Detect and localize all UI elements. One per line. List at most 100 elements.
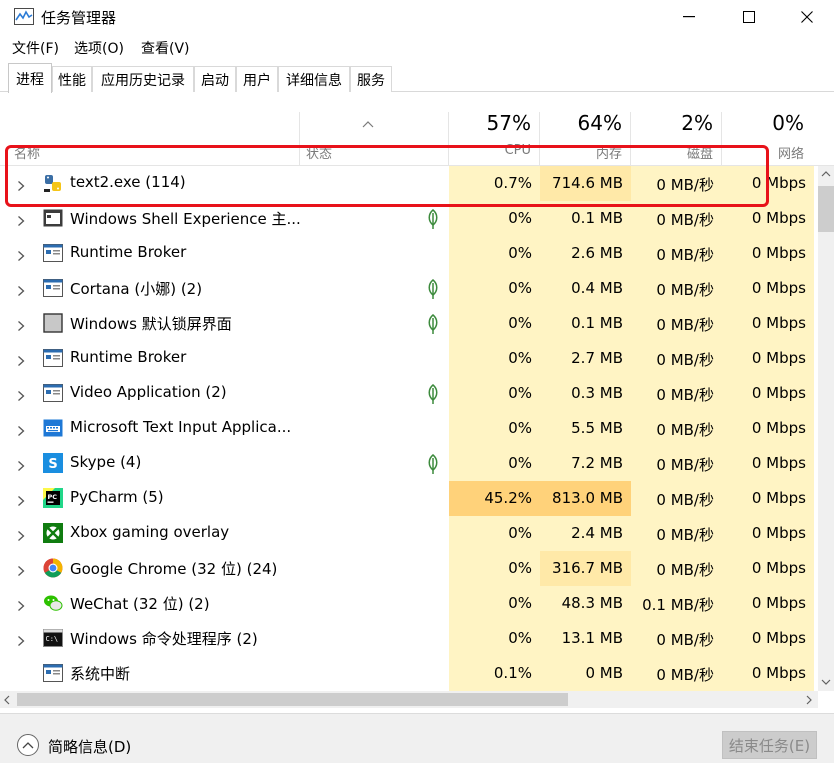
process-name: Cortana (小娜) (2) (70, 280, 203, 298)
menu-file[interactable]: 文件(F) (12, 38, 59, 58)
process-row[interactable]: PC PyCharm (5) 45.2% 813.0 MB 0 MB/秒 0 Mbps (0, 481, 818, 516)
tab-processes[interactable]: 进程 (8, 63, 52, 93)
process-row[interactable]: Xbox gaming overlay 0% 2.4 MB 0 MB/秒 0 Mbps (0, 516, 818, 551)
process-row[interactable]: S Skype (4) 0% 7.2 MB 0 MB/秒 0 Mbps (0, 446, 818, 481)
expand-chevron-icon[interactable] (17, 422, 25, 441)
network-percent: 0% (772, 111, 804, 135)
memory-cell: 5.5 MB (540, 411, 631, 446)
vertical-scroll-thumb[interactable] (818, 186, 834, 232)
app-window-icon (43, 383, 63, 403)
suspended-leaf-icon (426, 453, 440, 479)
disk-cell: 0 MB/秒 (631, 551, 722, 586)
network-cell: 0 Mbps (722, 446, 814, 481)
column-network[interactable]: 网络 (733, 143, 804, 162)
column-memory[interactable]: 内存 (551, 143, 622, 162)
cpu-cell: 0% (449, 306, 540, 341)
tab-performance[interactable]: 性能 (52, 66, 92, 92)
skype-icon: S (43, 453, 63, 473)
fewer-details-link[interactable]: 简略信息(D) (48, 736, 131, 757)
svg-text:C:\: C:\ (46, 635, 59, 643)
minimize-button[interactable] (658, 0, 720, 34)
process-name: text2.exe (114) (70, 173, 186, 191)
network-cell: 0 Mbps (722, 411, 814, 446)
expand-chevron-icon[interactable] (17, 632, 25, 651)
memory-cell: 714.6 MB (540, 166, 631, 201)
expand-chevron-icon[interactable] (17, 527, 25, 546)
tab-users[interactable]: 用户 (236, 66, 278, 92)
process-row[interactable]: Windows 默认锁屏界面 0% 0.1 MB 0 MB/秒 0 Mbps (0, 306, 818, 341)
cpu-cell: 0% (449, 411, 540, 446)
memory-cell: 0.1 MB (540, 201, 631, 236)
close-button[interactable] (776, 0, 834, 34)
expand-chevron-icon[interactable] (17, 352, 25, 371)
tab-details[interactable]: 详细信息 (278, 66, 350, 92)
process-row[interactable]: Google Chrome (32 位) (24) 0% 316.7 MB 0 MB/… (0, 551, 818, 586)
suspended-leaf-icon (426, 208, 440, 234)
cpu-cell: 0% (449, 236, 540, 271)
process-row[interactable]: 系统中断 0.1% 0 MB 0 MB/秒 0 Mbps (0, 656, 818, 691)
cpu-cell: 0% (449, 376, 540, 411)
cpu-cell: 0% (449, 341, 540, 376)
expand-chevron-icon[interactable] (17, 457, 25, 476)
process-row[interactable]: Windows Shell Experience 主... 0% 0.1 MB 0 M… (0, 201, 818, 236)
process-name: Windows Shell Experience 主... (70, 210, 301, 228)
process-row[interactable]: Cortana (小娜) (2) 0% 0.4 MB 0 MB/秒 0 Mbps (0, 271, 818, 306)
disk-cell: 0 MB/秒 (631, 341, 722, 376)
expand-chevron-icon[interactable] (17, 317, 25, 336)
tab-startup[interactable]: 启动 (194, 66, 236, 92)
expand-chevron-icon[interactable] (17, 562, 25, 581)
disk-cell: 0 MB/秒 (631, 306, 722, 341)
memory-cell: 13.1 MB (540, 621, 631, 656)
process-row[interactable]: Video Application (2) 0% 0.3 MB 0 MB/秒 0 Mbp… (0, 376, 818, 411)
memory-cell: 0.4 MB (540, 271, 631, 306)
process-row[interactable]: text2.exe (114) 0.7% 714.6 MB 0 MB/秒 0 Mbps (0, 166, 818, 201)
suspended-leaf-icon (426, 313, 440, 339)
memory-cell: 2.4 MB (540, 516, 631, 551)
expand-chevron-icon[interactable] (17, 247, 25, 266)
cpu-cell: 0% (449, 621, 540, 656)
horizontal-scroll-thumb[interactable] (17, 693, 568, 706)
menu-view[interactable]: 查看(V) (141, 38, 190, 58)
chrome-icon (43, 558, 63, 578)
column-cpu[interactable]: CPU (460, 143, 531, 158)
expand-chevron-icon[interactable] (17, 212, 25, 231)
column-name[interactable]: 名称 (14, 143, 40, 162)
disk-cell: 0.1 MB/秒 (631, 586, 722, 621)
collapse-up-icon[interactable] (17, 734, 39, 756)
disk-cell: 0 MB/秒 (631, 481, 722, 516)
lockscreen-icon (43, 313, 63, 333)
process-row[interactable]: WeChat (32 位) (2) 0% 48.3 MB 0.1 MB/秒 0 Mbps (0, 586, 818, 621)
expand-chevron-icon[interactable] (17, 597, 25, 616)
memory-cell: 2.7 MB (540, 341, 631, 376)
memory-cell: 316.7 MB (540, 551, 631, 586)
network-cell: 0 Mbps (722, 376, 814, 411)
expand-chevron-icon[interactable] (17, 282, 25, 301)
expand-chevron-icon[interactable] (17, 492, 25, 511)
disk-cell: 0 MB/秒 (631, 271, 722, 306)
app-window-dark-icon (43, 208, 63, 228)
network-cell: 0 Mbps (722, 341, 814, 376)
process-row[interactable]: C:\ Windows 命令处理程序 (2) 0% 13.1 MB 0 MB/秒 0 Mb… (0, 621, 818, 656)
process-row[interactable]: Runtime Broker 0% 2.7 MB 0 MB/秒 0 Mbps (0, 341, 818, 376)
app-window-icon (43, 243, 63, 263)
expand-chevron-icon[interactable] (17, 177, 25, 196)
network-cell: 0 Mbps (722, 621, 814, 656)
column-disk[interactable]: 磁盘 (642, 143, 713, 162)
app-window-icon (43, 663, 63, 683)
column-status[interactable]: 状态 (306, 143, 332, 162)
menu-options[interactable]: 选项(O) (74, 38, 124, 58)
process-row[interactable]: Microsoft Text Input Applica... 0% 5.5 MB 0… (0, 411, 818, 446)
cpu-cell: 0.1% (449, 656, 540, 691)
cpu-cell: 0% (449, 271, 540, 306)
expand-chevron-icon[interactable] (17, 387, 25, 406)
cpu-cell: 0% (449, 201, 540, 236)
process-row[interactable]: Runtime Broker 0% 2.6 MB 0 MB/秒 0 Mbps (0, 236, 818, 271)
disk-cell: 0 MB/秒 (631, 411, 722, 446)
network-cell: 0 Mbps (722, 201, 814, 236)
tab-app-history[interactable]: 应用历史记录 (92, 66, 194, 92)
tab-services[interactable]: 服务 (350, 66, 392, 92)
maximize-button[interactable] (718, 0, 780, 34)
end-task-button[interactable]: 结束任务(E) (722, 731, 817, 759)
vertical-scrollbar[interactable] (818, 166, 834, 691)
network-cell: 0 Mbps (722, 481, 814, 516)
